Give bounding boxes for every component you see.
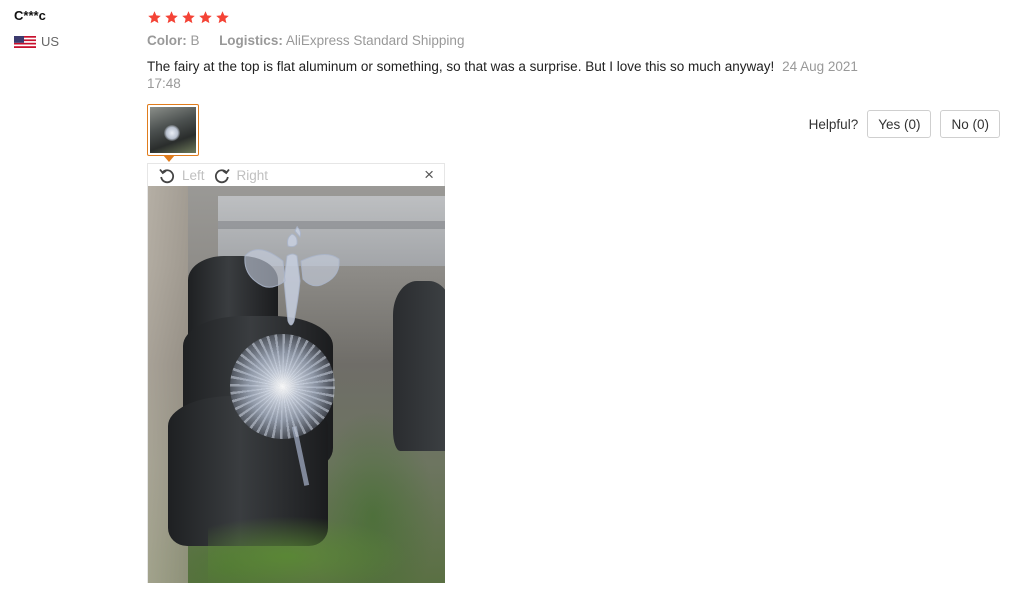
- color-value: B: [190, 33, 200, 48]
- helpful-section: Helpful? Yes (0) No (0): [809, 110, 1000, 138]
- reviewer-country: US: [14, 34, 134, 49]
- star-rating: [147, 8, 1007, 26]
- review-content: The fairy at the top is flat aluminum or…: [147, 58, 907, 92]
- star-icon: [216, 10, 229, 23]
- country-code: US: [41, 34, 60, 49]
- thumbnail-image: [150, 107, 196, 153]
- logistics-label: Logistics:: [219, 33, 283, 48]
- rotate-left-button[interactable]: Left: [158, 166, 205, 184]
- review-date: 24 Aug 2021: [782, 59, 858, 74]
- star-icon: [199, 10, 212, 23]
- review-time: 17:48: [147, 76, 181, 91]
- helpful-yes-button[interactable]: Yes (0): [867, 110, 932, 138]
- rotate-right-button[interactable]: Right: [213, 166, 269, 184]
- review-meta: Color: B Logistics: AliExpress Standard …: [147, 33, 1007, 49]
- review-photo: [148, 186, 445, 583]
- photo-viewer: Left Right ×: [147, 163, 445, 583]
- rotate-left-icon: [159, 168, 175, 184]
- us-flag-icon: [14, 35, 36, 48]
- review-text: The fairy at the top is flat aluminum or…: [147, 59, 775, 74]
- review-photo-thumbnail[interactable]: [147, 104, 199, 156]
- logistics-value: AliExpress Standard Shipping: [285, 33, 465, 48]
- thumbnail-pointer: [163, 155, 175, 162]
- star-icon: [165, 10, 178, 23]
- rotate-right-icon: [214, 168, 230, 184]
- color-label: Color:: [147, 33, 187, 48]
- reviewer-name: C***c: [14, 8, 46, 23]
- close-viewer-button[interactable]: ×: [424, 166, 434, 183]
- viewer-toolbar: Left Right ×: [148, 164, 444, 186]
- dandelion-stake: [230, 334, 335, 439]
- rotate-right-label: Right: [236, 167, 269, 183]
- reviewer-info: C***c US: [14, 8, 134, 49]
- star-icon: [182, 10, 195, 23]
- rotate-left-label: Left: [182, 167, 205, 183]
- review-body: Color: B Logistics: AliExpress Standard …: [147, 8, 1007, 92]
- helpful-label: Helpful?: [808, 116, 859, 132]
- helpful-no-button[interactable]: No (0): [940, 110, 1000, 138]
- star-icon: [148, 10, 161, 23]
